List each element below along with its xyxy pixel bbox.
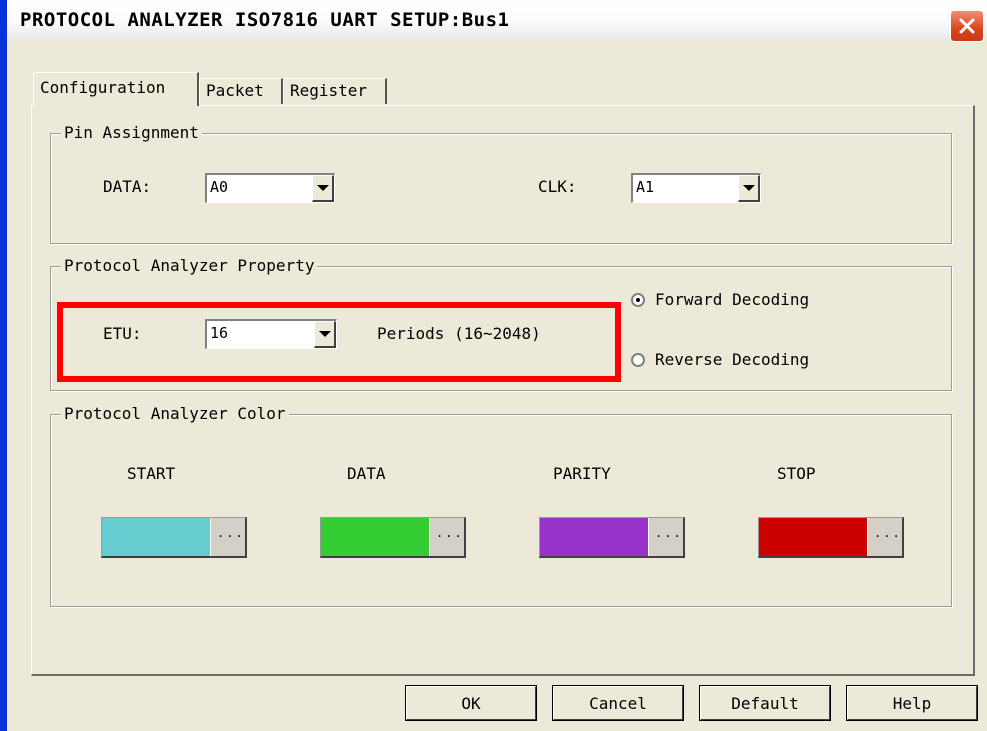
forward-decoding-label: Forward Decoding [655, 290, 810, 309]
stop-color-label: STOP [777, 464, 816, 483]
chevron-down-icon [318, 331, 331, 337]
forward-decoding-radio[interactable]: Forward Decoding [631, 290, 809, 309]
color-picker-button[interactable]: ... [429, 518, 464, 556]
dropdown-button[interactable] [738, 175, 760, 202]
data-color-label: DATA [347, 464, 386, 483]
parity-color-picker[interactable]: ... [539, 517, 685, 558]
tab-register[interactable]: Register [283, 78, 387, 104]
parity-color-fill [540, 518, 648, 556]
data-pin-value: A0 [210, 178, 229, 196]
tab-label: Register [290, 81, 368, 100]
clk-pin-value: A1 [636, 178, 655, 196]
data-pin-label: DATA: [103, 177, 152, 196]
parity-color-label: PARITY [553, 464, 611, 483]
group-title: Protocol Analyzer Color [61, 404, 289, 423]
default-button[interactable]: Default [699, 685, 831, 721]
start-color-fill [102, 518, 210, 556]
help-button[interactable]: Help [846, 685, 978, 721]
clk-pin-label: CLK: [538, 177, 577, 196]
cancel-button[interactable]: Cancel [552, 685, 684, 721]
dropdown-button[interactable] [312, 175, 334, 202]
data-color-picker[interactable]: ... [320, 517, 466, 558]
etu-label: ETU: [103, 324, 142, 343]
reverse-decoding-radio[interactable]: Reverse Decoding [631, 350, 809, 369]
pin-assignment-group: Pin Assignment [50, 123, 952, 244]
title-bar: PROTOCOL ANALYZER ISO7816 UART SETUP:Bus… [0, 0, 987, 42]
stop-color-picker[interactable]: ... [758, 517, 904, 558]
dialog-content: Configuration Packet Register Pin Assign… [7, 40, 987, 731]
reverse-decoding-label: Reverse Decoding [655, 350, 810, 369]
etu-value: 16 [210, 324, 229, 342]
group-title: Pin Assignment [61, 123, 202, 142]
stop-color-fill [759, 518, 867, 556]
group-title: Protocol Analyzer Property [61, 256, 318, 275]
tab-label: Configuration [40, 78, 166, 97]
clk-pin-select[interactable]: A1 [631, 173, 761, 203]
tab-configuration[interactable]: Configuration [33, 72, 199, 106]
start-color-picker[interactable]: ... [101, 517, 247, 558]
window-left-border [0, 0, 7, 731]
ellipsis-icon: ... [217, 526, 245, 540]
data-pin-select[interactable]: A0 [205, 173, 335, 203]
dropdown-button[interactable] [314, 321, 336, 348]
ellipsis-icon: ... [436, 526, 464, 540]
tab-packet[interactable]: Packet [199, 78, 283, 104]
chevron-down-icon [316, 185, 329, 191]
chevron-down-icon [742, 185, 755, 191]
etu-select[interactable]: 16 [205, 319, 337, 349]
periods-text: Periods (16~2048) [377, 324, 541, 343]
dialog-window: PROTOCOL ANALYZER ISO7816 UART SETUP:Bus… [0, 0, 987, 731]
ellipsis-icon: ... [874, 526, 902, 540]
ok-button[interactable]: OK [405, 685, 537, 721]
close-button[interactable] [950, 10, 984, 42]
data-color-fill [321, 518, 429, 556]
color-picker-button[interactable]: ... [210, 518, 245, 556]
radio-button-checked[interactable] [631, 292, 645, 307]
close-icon [959, 18, 975, 34]
color-picker-button[interactable]: ... [648, 518, 683, 556]
ellipsis-icon: ... [655, 526, 683, 540]
tab-label: Packet [206, 81, 264, 100]
radio-button[interactable] [631, 352, 645, 367]
start-color-label: START [127, 464, 176, 483]
color-group: Protocol Analyzer Color [50, 404, 952, 607]
color-picker-button[interactable]: ... [867, 518, 902, 556]
window-title: PROTOCOL ANALYZER ISO7816 UART SETUP:Bus… [20, 9, 510, 31]
